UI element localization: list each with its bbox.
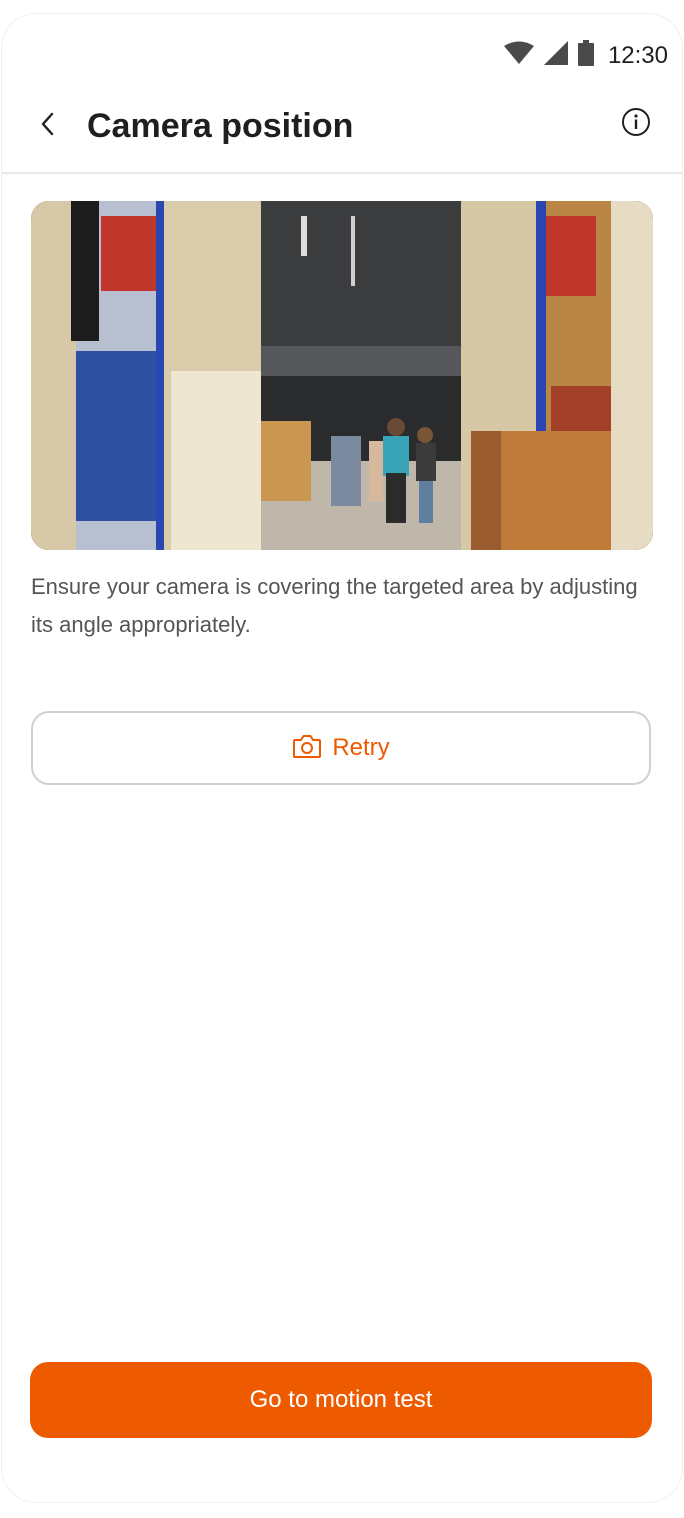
page-title: Camera position — [87, 107, 354, 145]
wifi-icon — [503, 41, 534, 70]
retry-button[interactable]: Retry — [31, 711, 651, 785]
status-time: 12:30 — [607, 41, 668, 69]
back-button[interactable] — [30, 108, 66, 144]
camera-preview-image — [31, 201, 653, 550]
info-button[interactable] — [620, 107, 652, 142]
status-bar: 12:30 — [2, 14, 682, 94]
instructions-text: Ensure your camera is covering the targe… — [31, 574, 638, 637]
chevron-left-icon — [38, 111, 58, 142]
go-to-motion-test-button[interactable]: Go to motion test — [30, 1362, 652, 1438]
status-icons: 12:30 — [503, 40, 668, 71]
app-header: Camera position — [2, 94, 682, 174]
info-icon — [621, 107, 651, 142]
camera-icon — [292, 733, 322, 764]
go-to-motion-test-label: Go to motion test — [249, 1386, 433, 1413]
retry-label: Retry — [332, 734, 390, 761]
app-screen: 12:30 Camera position Ensure your camera… — [2, 14, 682, 1502]
cellular-signal-icon — [543, 41, 568, 70]
battery-icon — [577, 40, 594, 71]
